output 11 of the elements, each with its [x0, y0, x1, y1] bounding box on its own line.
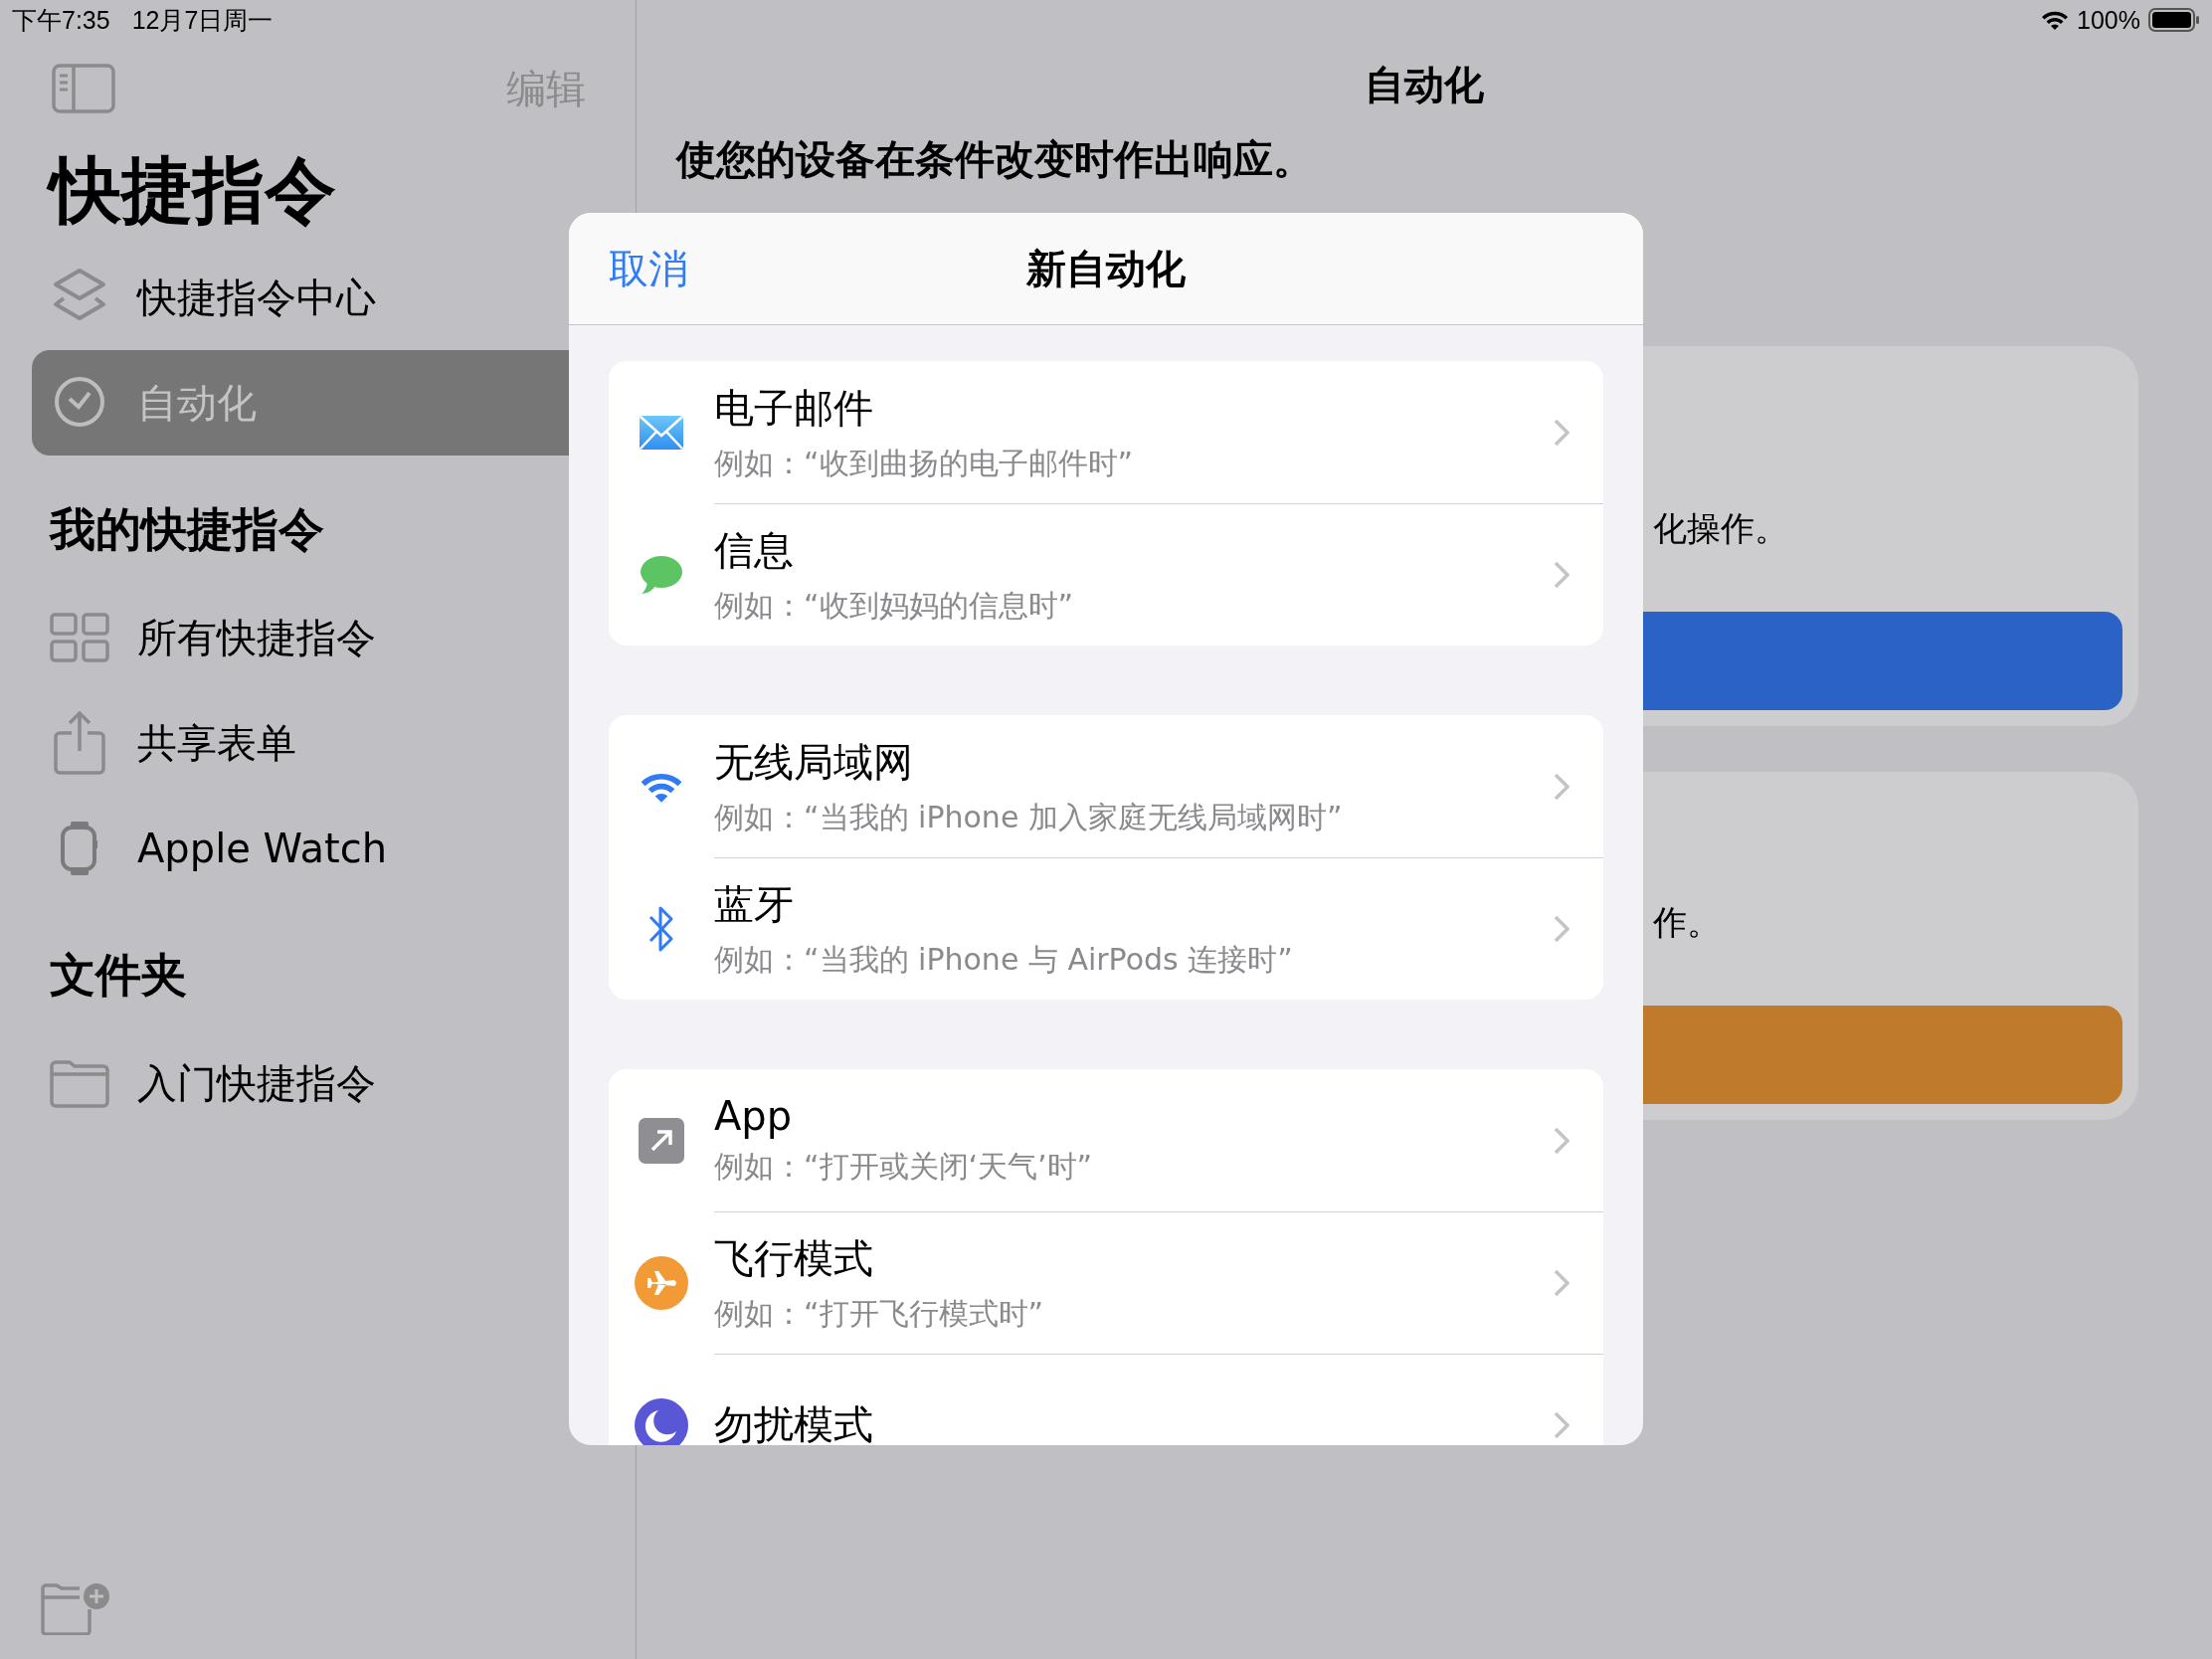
section-header: 我的快捷指令: [48, 501, 325, 558]
modal-title: 新自动化: [1026, 244, 1186, 293]
card-text: 作。: [1653, 901, 1721, 944]
app-title: 快捷指令: [0, 115, 636, 245]
status-date: 12月7日周一: [131, 4, 274, 36]
battery-percent: 100%: [2077, 5, 2140, 35]
page-subtitle: 使您的设备在条件改变时作出响应。: [676, 135, 1314, 184]
card-text: 化操作。: [1653, 507, 1788, 550]
status-time: 下午7:35: [12, 4, 110, 36]
page-title: 自动化: [1364, 61, 1485, 109]
section-header: 文件夹: [49, 947, 188, 1004]
